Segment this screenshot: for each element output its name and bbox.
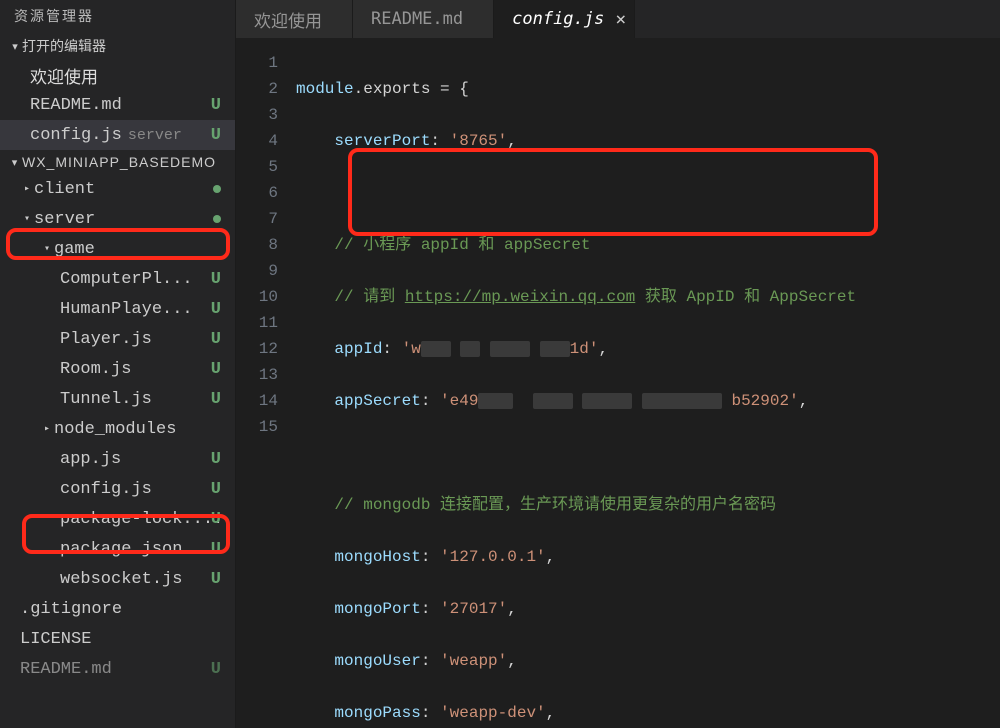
chevron-down-icon: ▾ bbox=[20, 213, 34, 225]
explorer-title: 资源管理器 bbox=[0, 0, 235, 32]
file-package-lock[interactable]: package-lock....U bbox=[0, 504, 235, 534]
tree-label: config.js bbox=[60, 480, 152, 499]
tab-welcome[interactable]: 欢迎使用 bbox=[236, 0, 353, 38]
file-license[interactable]: LICENSE bbox=[0, 624, 235, 654]
tree-label: server bbox=[34, 210, 95, 229]
git-status-badge: U bbox=[211, 570, 221, 589]
tree-label: Room.js bbox=[60, 360, 131, 379]
code-editor[interactable]: 123 456 789 101112 131415 module.exports… bbox=[236, 38, 1000, 728]
folder-client[interactable]: ▸ client bbox=[0, 174, 235, 204]
git-dot-badge bbox=[213, 185, 221, 193]
open-editor-configjs[interactable]: config.jsserver U bbox=[0, 120, 235, 150]
tree-label: game bbox=[54, 240, 95, 259]
git-status-badge: U bbox=[211, 126, 221, 145]
git-status-badge: U bbox=[211, 300, 221, 319]
open-editors-list: 欢迎使用 README.md U config.jsserver U bbox=[0, 60, 235, 150]
tree-label: Tunnel.js bbox=[60, 390, 152, 409]
git-status-badge: U bbox=[211, 270, 221, 289]
tree-label: .gitignore bbox=[20, 600, 122, 619]
tree-label: websocket.js bbox=[60, 570, 182, 589]
chevron-down-icon: ▾ bbox=[8, 40, 22, 53]
open-editors-label: 打开的编辑器 bbox=[22, 36, 106, 56]
open-editor-welcome[interactable]: 欢迎使用 bbox=[0, 60, 235, 90]
tree-label: package-lock.... bbox=[60, 510, 223, 529]
editor-area: 欢迎使用 README.md config.js × 123 456 789 1… bbox=[236, 0, 1000, 728]
git-status-badge: U bbox=[211, 390, 221, 409]
folder-node-modules[interactable]: ▸ node_modules bbox=[0, 414, 235, 444]
file-configjs[interactable]: config.js U bbox=[0, 474, 235, 504]
open-editor-readme[interactable]: README.md U bbox=[0, 90, 235, 120]
file-tree: ▸ client ▾ server ▾ game ComputerPl...U … bbox=[0, 174, 235, 684]
file-player[interactable]: Player.js U bbox=[0, 324, 235, 354]
open-editors-header[interactable]: ▾ 打开的编辑器 bbox=[0, 32, 235, 60]
tree-label: node_modules bbox=[54, 420, 176, 439]
tab-bar: 欢迎使用 README.md config.js × bbox=[236, 0, 1000, 38]
tree-label: README.md bbox=[20, 660, 112, 679]
tree-label: ComputerPl... bbox=[60, 270, 193, 289]
file-readme[interactable]: README.md U bbox=[0, 654, 235, 684]
tree-label: app.js bbox=[60, 450, 121, 469]
tree-label: Player.js bbox=[60, 330, 152, 349]
file-websocket[interactable]: websocket.js U bbox=[0, 564, 235, 594]
git-status-badge: U bbox=[211, 360, 221, 379]
chevron-down-icon: ▾ bbox=[40, 243, 54, 255]
code-content[interactable]: module.exports = { serverPort: '8765', /… bbox=[296, 38, 856, 728]
chevron-right-icon: ▸ bbox=[40, 423, 54, 435]
folder-game[interactable]: ▾ game bbox=[0, 234, 235, 264]
git-status-badge: U bbox=[211, 480, 221, 499]
open-editor-label: config.jsserver bbox=[0, 126, 182, 145]
tree-label: HumanPlaye... bbox=[60, 300, 193, 319]
tab-label: README.md bbox=[371, 9, 463, 29]
git-status-badge: U bbox=[211, 450, 221, 469]
tab-readme[interactable]: README.md bbox=[353, 0, 494, 38]
file-package-json[interactable]: package.json U bbox=[0, 534, 235, 564]
tree-label: package.json bbox=[60, 540, 182, 559]
file-tunnel[interactable]: Tunnel.js U bbox=[0, 384, 235, 414]
tab-label: config.js bbox=[512, 9, 604, 29]
git-status-badge: U bbox=[211, 510, 221, 529]
file-appjs[interactable]: app.js U bbox=[0, 444, 235, 474]
git-status-badge: U bbox=[211, 96, 221, 115]
tree-label: client bbox=[34, 180, 95, 199]
file-computerplayer[interactable]: ComputerPl... U bbox=[0, 264, 235, 294]
tab-label: 欢迎使用 bbox=[254, 7, 322, 32]
git-status-badge: U bbox=[211, 540, 221, 559]
file-gitignore[interactable]: .gitignore bbox=[0, 594, 235, 624]
project-header[interactable]: ▾ WX_MINIAPP_BASEDEMO bbox=[0, 150, 235, 174]
project-name: WX_MINIAPP_BASEDEMO bbox=[22, 154, 216, 170]
tab-configjs[interactable]: config.js × bbox=[494, 0, 635, 38]
chevron-down-icon: ▾ bbox=[8, 156, 22, 169]
explorer-sidebar: 资源管理器 ▾ 打开的编辑器 欢迎使用 README.md U config.j… bbox=[0, 0, 236, 728]
close-icon[interactable]: × bbox=[615, 9, 626, 30]
line-gutter: 123 456 789 101112 131415 bbox=[236, 38, 296, 728]
git-status-badge: U bbox=[211, 330, 221, 349]
folder-server[interactable]: ▾ server bbox=[0, 204, 235, 234]
open-editor-label: 欢迎使用 bbox=[0, 63, 98, 88]
open-editor-label: README.md bbox=[0, 96, 122, 115]
chevron-right-icon: ▸ bbox=[20, 183, 34, 195]
tree-label: LICENSE bbox=[20, 630, 91, 649]
git-status-badge: U bbox=[211, 660, 221, 679]
file-room[interactable]: Room.js U bbox=[0, 354, 235, 384]
file-humanplayer[interactable]: HumanPlaye... U bbox=[0, 294, 235, 324]
git-dot-badge bbox=[213, 215, 221, 223]
